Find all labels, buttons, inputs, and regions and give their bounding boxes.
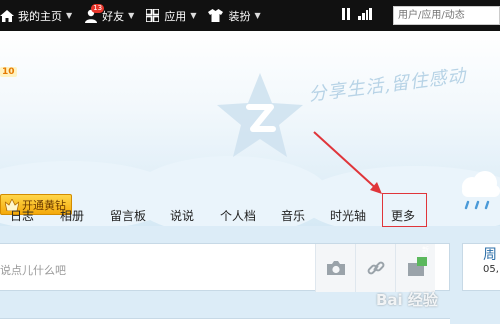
- chevron-down-icon: ▼: [128, 11, 135, 20]
- pause-icon[interactable]: [340, 8, 352, 20]
- feed-edge: [0, 318, 450, 324]
- side-card-date: 05,: [483, 264, 499, 275]
- link-button[interactable]: [355, 244, 395, 292]
- nav-item-timeline[interactable]: 时光轴: [330, 207, 366, 224]
- dressup-menu[interactable]: 装扮 ▼: [202, 0, 266, 31]
- friends-count-badge: 13: [91, 3, 105, 13]
- baidu-watermark: Bai 经验: [376, 291, 438, 309]
- status-composer: 说点儿什么吧 新: [0, 243, 450, 292]
- chevron-down-icon: ▼: [254, 11, 261, 20]
- new-badge-icon: [407, 257, 427, 276]
- banner-slogan: 分享生活,留住感动: [307, 65, 468, 106]
- nav-item-blog[interactable]: 日志: [10, 207, 34, 224]
- side-card-title[interactable]: 周: [483, 244, 497, 264]
- more-highlight-box: [382, 193, 427, 227]
- red-arrow-annotation: [313, 131, 382, 194]
- new-badge-label: 新: [422, 246, 429, 254]
- chevron-down-icon: ▼: [190, 11, 197, 20]
- friends-label: 好友: [102, 9, 125, 23]
- nav-item-music[interactable]: 音乐: [281, 207, 305, 224]
- apps-label: 应用: [164, 9, 187, 23]
- friends-icon: 13: [84, 3, 105, 23]
- search-input[interactable]: [393, 6, 500, 25]
- nav-item-album[interactable]: 相册: [60, 207, 84, 224]
- nav-item-message-board[interactable]: 留言板: [110, 207, 146, 224]
- apps-menu[interactable]: 应用 ▼: [140, 0, 202, 31]
- apps-grid-icon: [146, 9, 160, 22]
- signal-bars-icon[interactable]: [358, 8, 372, 20]
- top-bar: 我的主页 ▼ 13 好友 ▼ 应用 ▼ 装扮 ▼: [0, 0, 500, 31]
- nav-item-shuoshuo[interactable]: 说说: [170, 207, 194, 224]
- home-menu[interactable]: 我的主页 ▼: [0, 0, 78, 31]
- qzone-star-logo-icon: [217, 73, 303, 157]
- nav-item-profile[interactable]: 个人档: [220, 207, 256, 224]
- logo-fragment: 10: [0, 67, 17, 77]
- home-icon: [0, 9, 14, 22]
- dressup-label: 装扮: [228, 9, 251, 23]
- player-controls: [340, 8, 372, 20]
- home-label: 我的主页: [18, 9, 62, 23]
- photo-button[interactable]: [315, 244, 355, 292]
- new-feature-button[interactable]: 新: [395, 244, 435, 292]
- link-icon: [367, 261, 384, 275]
- side-calendar-card: 周 05,: [462, 243, 500, 291]
- friends-menu[interactable]: 13 好友 ▼: [78, 0, 140, 31]
- composer-input[interactable]: 说点儿什么吧: [0, 262, 66, 278]
- chevron-down-icon: ▼: [66, 11, 73, 20]
- shirt-icon: [208, 9, 224, 22]
- camera-icon: [326, 261, 345, 275]
